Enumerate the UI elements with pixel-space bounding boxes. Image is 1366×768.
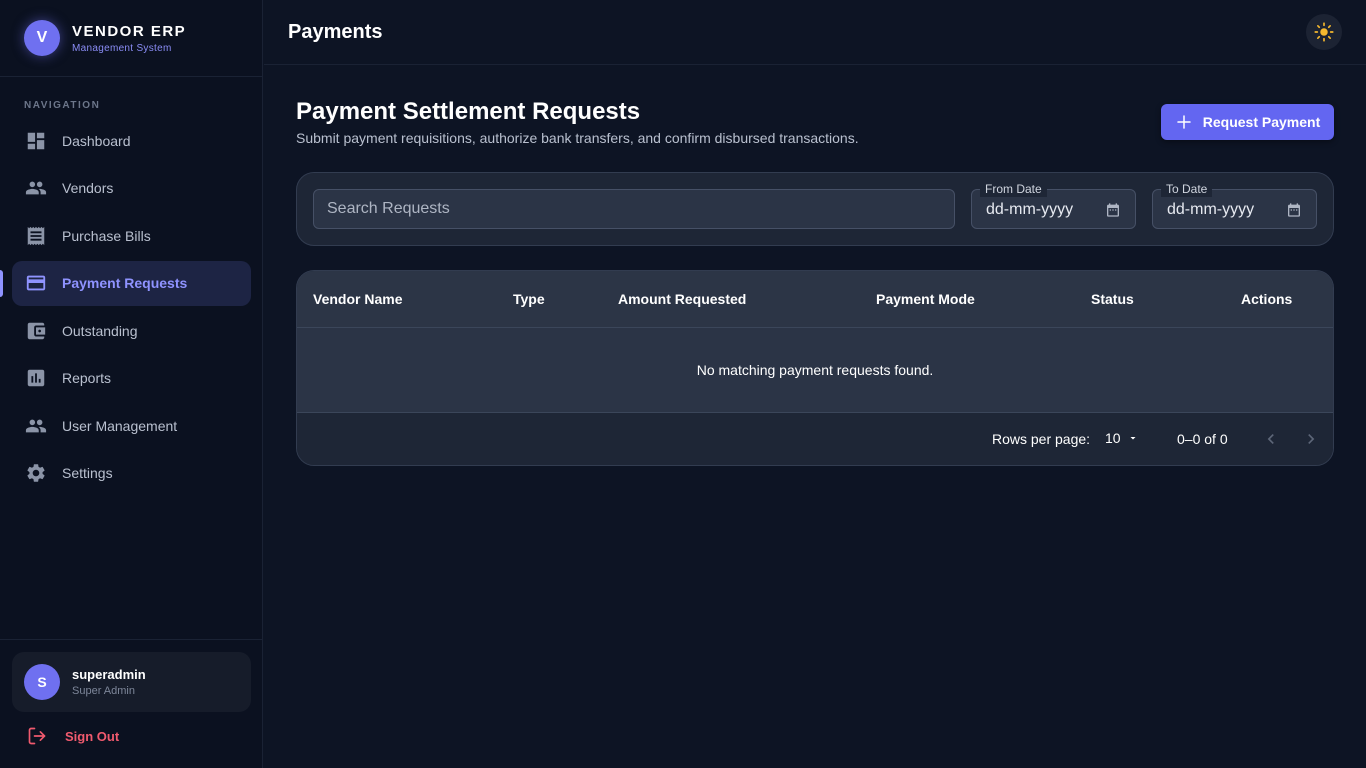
column-header-actions: Actions — [1241, 291, 1293, 307]
sidebar-item-label: Purchase Bills — [62, 227, 151, 244]
previous-page-button[interactable] — [1261, 429, 1281, 449]
sidebar-item-label: Vendors — [62, 180, 114, 196]
sidebar-item-settings[interactable]: Settings — [12, 451, 251, 496]
payment-requests-table: Vendor Name Type Amount Requested Paymen… — [296, 270, 1334, 466]
sign-out-button[interactable]: Sign Out — [27, 726, 119, 746]
column-header-vendor-name[interactable]: Vendor Name — [313, 291, 402, 307]
table-pagination: Rows per page: 10 0–0 of 0 — [297, 413, 1333, 465]
people-icon — [24, 176, 48, 200]
user-role: Super Admin — [72, 685, 135, 697]
chevron-right-icon — [1301, 429, 1321, 449]
from-date-field[interactable]: From Date dd-mm-yyyy — [971, 181, 1136, 229]
sidebar-nav: Dashboard Vendors Purchase Bills Payment… — [0, 118, 251, 498]
calendar-icon[interactable] — [1286, 202, 1302, 218]
avatar: S — [24, 664, 60, 700]
sidebar-item-payment-requests[interactable]: Payment Requests — [0, 260, 251, 306]
calendar-icon[interactable] — [1105, 202, 1121, 218]
empty-state-message: No matching payment requests found. — [297, 328, 1333, 413]
logout-icon — [27, 726, 47, 746]
people-icon — [24, 414, 48, 438]
filter-bar: From Date dd-mm-yyyy To Date dd-mm-yyyy — [296, 172, 1334, 246]
column-header-payment-mode[interactable]: Payment Mode — [876, 291, 975, 307]
from-date-label: From Date — [980, 181, 1047, 197]
theme-toggle-button[interactable] — [1306, 14, 1342, 50]
caret-down-icon — [1127, 432, 1139, 444]
topbar: Payments — [264, 0, 1366, 65]
sidebar-item-label: Settings — [62, 465, 113, 481]
brand: V VENDOR ERP Management System — [0, 0, 262, 77]
sidebar-item-user-management[interactable]: User Management — [12, 403, 251, 448]
to-date-label: To Date — [1161, 181, 1213, 197]
main-content: Payment Settlement Requests Submit payme… — [296, 96, 1334, 466]
to-date-field[interactable]: To Date dd-mm-yyyy — [1152, 181, 1317, 229]
sign-out-label: Sign Out — [65, 728, 120, 744]
brand-subtitle: Management System — [72, 42, 172, 54]
brand-logo: V — [24, 20, 60, 56]
sidebar-item-label: User Management — [62, 417, 178, 434]
request-payment-label: Request Payment — [1202, 114, 1321, 130]
dashboard-icon — [24, 129, 48, 153]
sun-icon — [1314, 22, 1334, 42]
sidebar-item-vendors[interactable]: Vendors — [12, 166, 251, 211]
sidebar-item-label: Reports — [62, 370, 112, 386]
rows-per-page-label: Rows per page: — [992, 431, 1091, 447]
brand-name: VENDOR ERP — [72, 22, 187, 40]
table-header: Vendor Name Type Amount Requested Paymen… — [297, 271, 1333, 328]
receipt-icon — [24, 224, 48, 248]
sidebar-footer: S superadmin Super Admin Sign Out — [0, 639, 263, 768]
from-date-value: dd-mm-yyyy — [986, 201, 1074, 218]
sidebar-item-label: Outstanding — [62, 322, 138, 339]
next-page-button[interactable] — [1301, 429, 1321, 449]
sidebar-item-label: Payment Requests — [62, 275, 188, 291]
column-header-type[interactable]: Type — [513, 291, 545, 307]
nav-section-label: NAVIGATION — [24, 100, 101, 111]
to-date-value: dd-mm-yyyy — [1167, 201, 1255, 218]
credit-card-icon — [24, 271, 48, 295]
rows-per-page-value: 10 — [1105, 430, 1121, 446]
sidebar-item-dashboard[interactable]: Dashboard — [12, 118, 251, 163]
request-payment-button[interactable]: Request Payment — [1161, 104, 1334, 140]
rows-per-page-select[interactable]: 10 — [1105, 430, 1139, 446]
bar-chart-icon — [24, 366, 48, 390]
sidebar-item-outstanding[interactable]: Outstanding — [12, 308, 251, 353]
gear-icon — [24, 461, 48, 485]
column-header-amount-requested[interactable]: Amount Requested — [618, 291, 746, 307]
plus-icon — [1175, 113, 1193, 131]
sidebar-item-purchase-bills[interactable]: Purchase Bills — [12, 213, 251, 258]
wallet-icon — [24, 319, 48, 343]
sidebar-item-label: Dashboard — [62, 132, 131, 149]
search-input[interactable] — [313, 189, 955, 229]
pagination-range: 0–0 of 0 — [1177, 431, 1228, 447]
sidebar-item-reports[interactable]: Reports — [12, 356, 251, 401]
chevron-left-icon — [1261, 429, 1281, 449]
sidebar: V VENDOR ERP Management System NAVIGATIO… — [0, 0, 263, 768]
user-card[interactable]: S superadmin Super Admin — [12, 652, 251, 712]
column-header-status[interactable]: Status — [1091, 291, 1134, 307]
page-title: Payments — [288, 21, 383, 43]
user-name: superadmin — [72, 667, 146, 682]
